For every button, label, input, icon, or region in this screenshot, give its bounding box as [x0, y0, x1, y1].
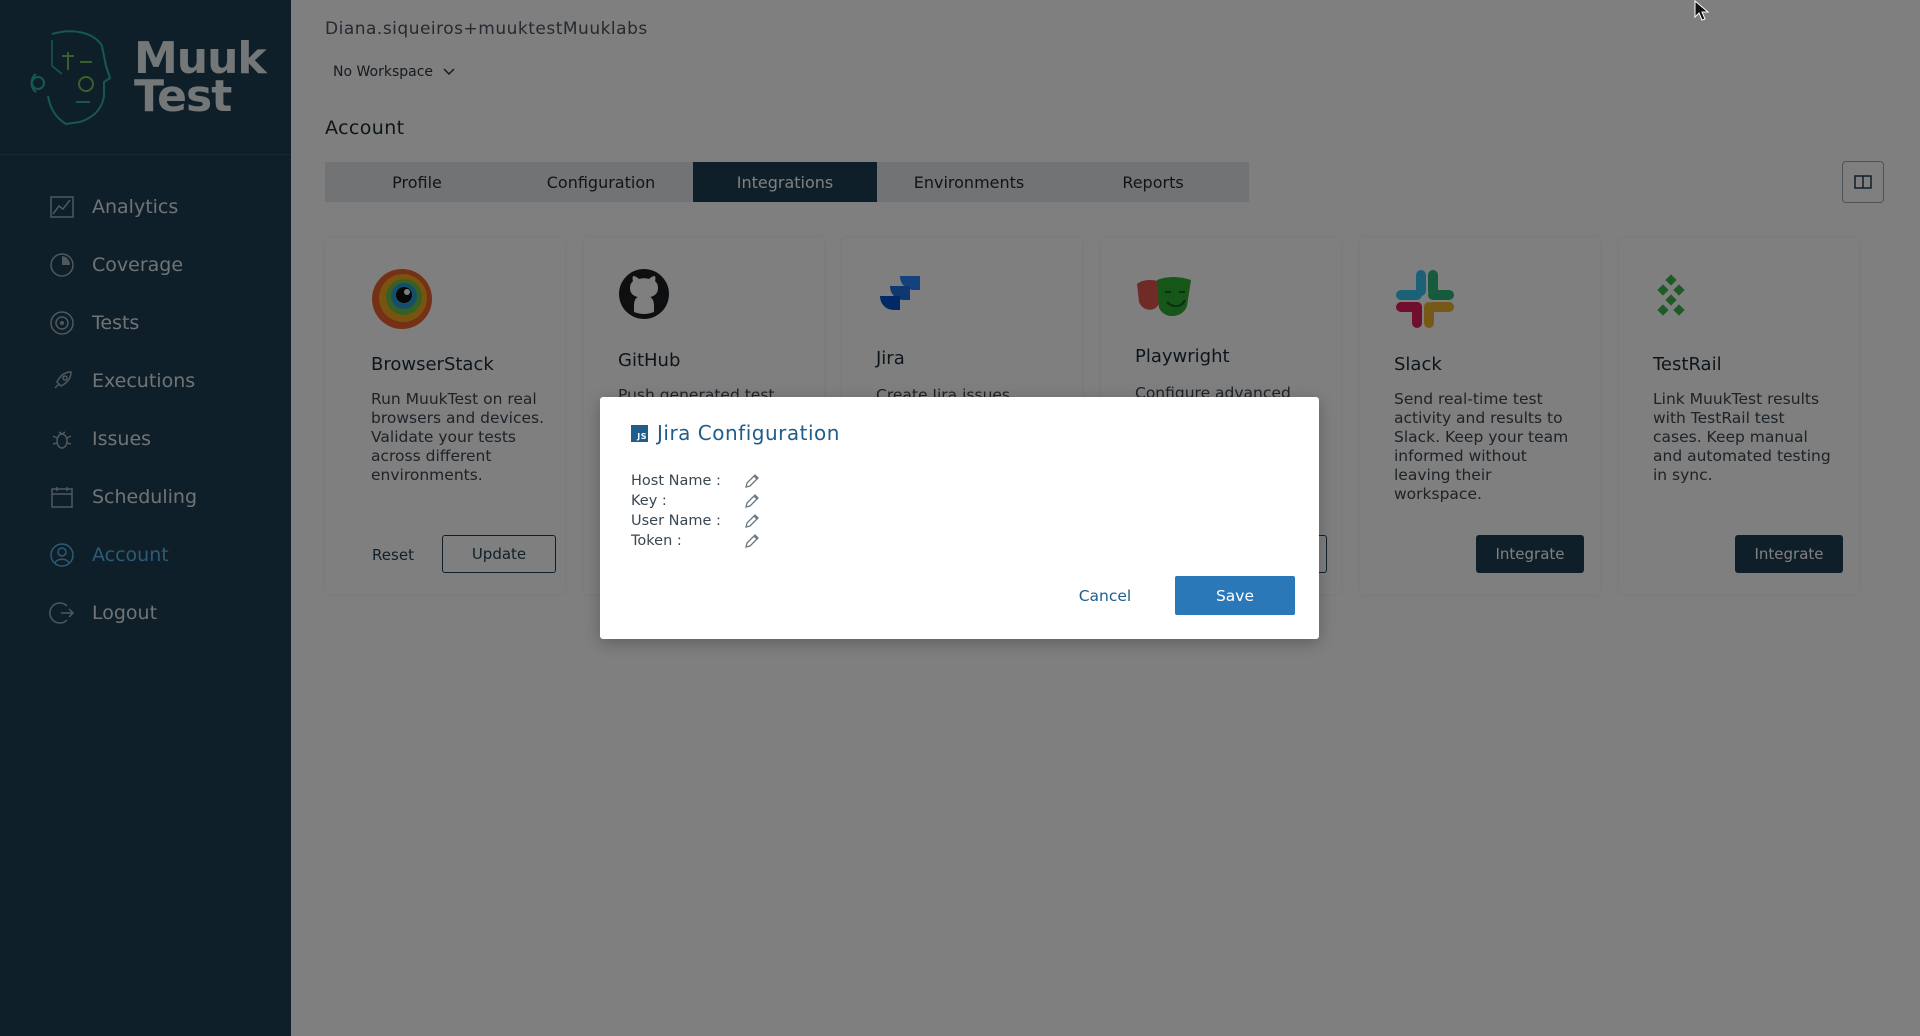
pencil-icon[interactable] — [743, 532, 761, 550]
save-button[interactable]: Save — [1175, 576, 1295, 615]
field-host-name: Host Name : — [631, 471, 761, 491]
pencil-icon[interactable] — [743, 492, 761, 510]
pencil-icon[interactable] — [743, 472, 761, 490]
field-label: Host Name : — [631, 473, 721, 489]
field-key: Key : — [631, 491, 761, 511]
jira-config-icon: JS — [631, 424, 648, 442]
field-label: User Name : — [631, 513, 721, 529]
field-label: Key : — [631, 493, 667, 509]
field-user-name: User Name : — [631, 511, 761, 531]
dialog-title-text: Jira Configuration — [657, 421, 840, 445]
pencil-icon[interactable] — [743, 512, 761, 530]
mouse-cursor-icon — [1694, 0, 1710, 21]
field-token: Token : — [631, 531, 761, 551]
cancel-button[interactable]: Cancel — [1060, 577, 1150, 615]
config-fields: Host Name : Key : User Name : Token : — [631, 471, 761, 551]
dialog-title: JS Jira Configuration — [631, 421, 840, 445]
jira-configuration-dialog: JS Jira Configuration Host Name : Key : … — [600, 397, 1319, 639]
field-label: Token : — [631, 533, 682, 549]
